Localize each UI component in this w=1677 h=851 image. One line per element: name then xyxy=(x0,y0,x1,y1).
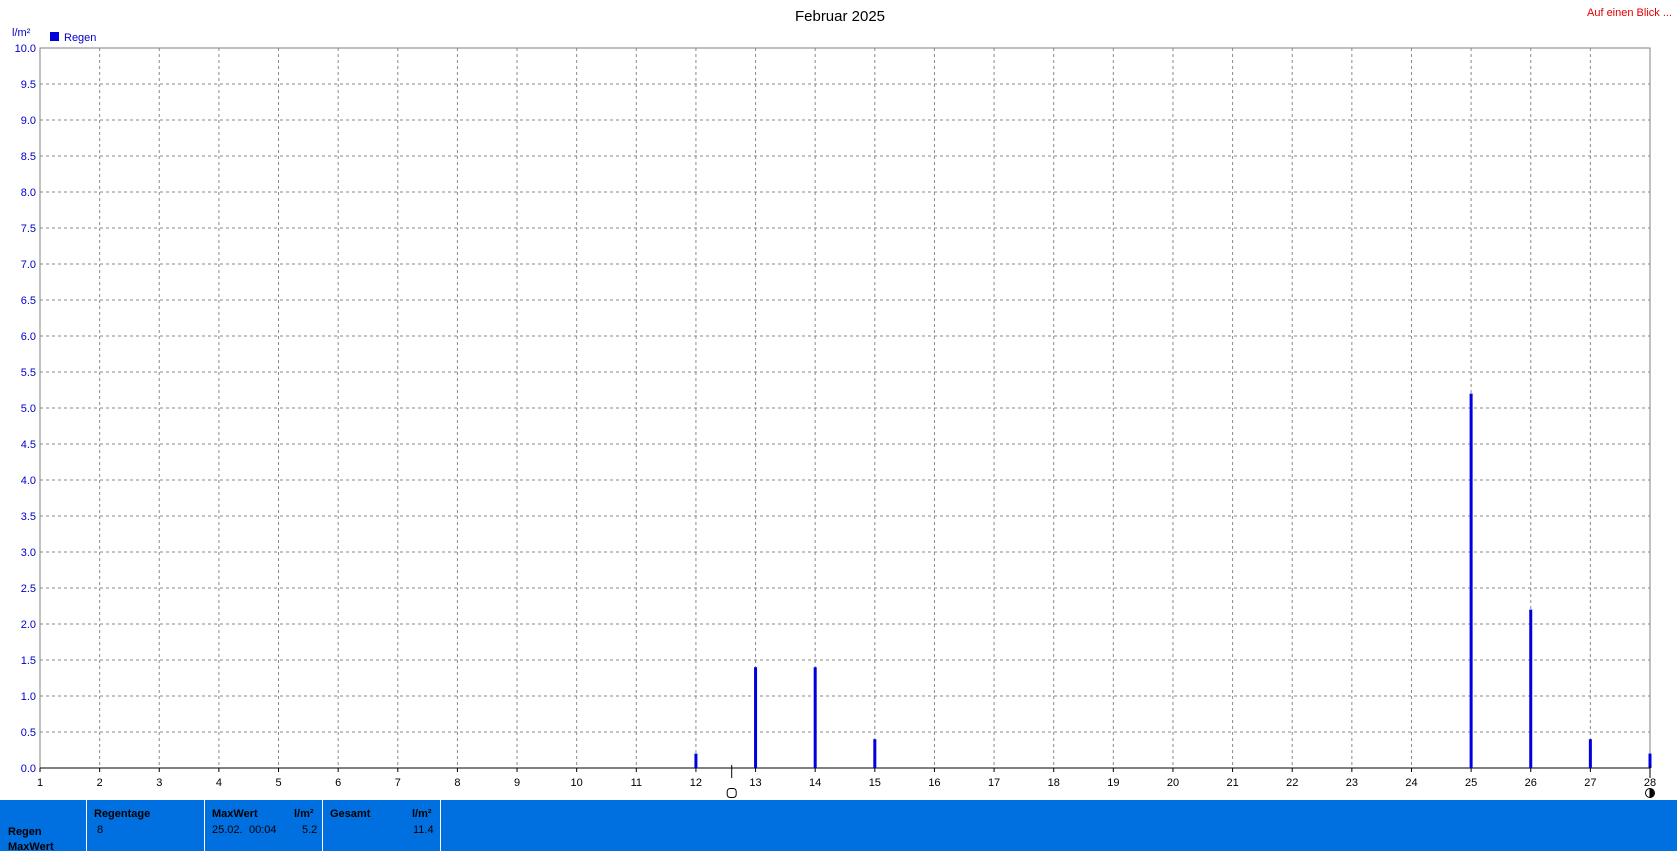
x-tick-label: 22 xyxy=(1286,777,1298,789)
rain-bar xyxy=(754,667,758,768)
rain-bar xyxy=(813,667,817,768)
gesamt-header: Gesamt xyxy=(330,808,371,820)
y-tick-label: 4.5 xyxy=(21,439,36,451)
stats-cell-regentage: Regentage 8 xyxy=(86,800,205,851)
maxwert-header: MaxWert xyxy=(212,808,258,820)
y-tick-label: 5.5 xyxy=(21,367,36,379)
y-tick-label: 7.5 xyxy=(21,223,36,235)
legend-swatch xyxy=(50,32,59,41)
gesamt-unit: l/m² xyxy=(412,808,432,820)
y-tick-label: 1.0 xyxy=(21,691,36,703)
x-tick-label: 2 xyxy=(97,777,103,789)
legend-label: Regen xyxy=(64,32,96,44)
rain-bar xyxy=(1588,739,1592,768)
y-tick-label: 2.5 xyxy=(21,583,36,595)
x-tick-label: 27 xyxy=(1584,777,1596,789)
rain-bar xyxy=(1469,393,1473,768)
x-tick-label: 25 xyxy=(1465,777,1477,789)
x-tick-label: 4 xyxy=(216,777,222,789)
grid xyxy=(39,47,1651,769)
moon-markers xyxy=(726,765,1655,798)
x-tick-label: 17 xyxy=(988,777,1000,789)
x-tick-label: 26 xyxy=(1525,777,1537,789)
y-tick-label: 8.0 xyxy=(21,187,36,199)
x-tick-label: 10 xyxy=(571,777,583,789)
bars xyxy=(694,393,1652,768)
new-moon-icon xyxy=(726,788,737,798)
x-tick-label: 15 xyxy=(869,777,881,789)
x-tick-label: 16 xyxy=(928,777,940,789)
x-axis: 1 2 3 4 5 6 7 8 9 10 11 12 13 14 15 16 17 18 19 20 21 22 23 24 2… xyxy=(37,768,1656,789)
y-tick-label: 3.5 xyxy=(21,511,36,523)
y-tick-label: 4.0 xyxy=(21,475,36,487)
stats-cell-maxwert: MaxWert l/m² 25.02. 00:04 5.2 xyxy=(204,800,323,851)
x-tick-label: 7 xyxy=(395,777,401,789)
regentage-value: 8 xyxy=(97,824,104,836)
y-tick-label: 2.0 xyxy=(21,619,36,631)
rain-bar xyxy=(873,739,877,768)
stats-cell-gesamt: Gesamt l/m² 11.4 xyxy=(322,800,441,851)
x-tick-label: 20 xyxy=(1167,777,1179,789)
y-tick-label: 8.5 xyxy=(21,151,36,163)
x-tick-label: 21 xyxy=(1226,777,1238,789)
x-tick-label: 3 xyxy=(156,777,162,789)
x-tick-label: 13 xyxy=(749,777,761,789)
maxwert-date: 25.02. xyxy=(212,824,243,836)
y-tick-label: 10.0 xyxy=(15,43,36,55)
y-tick-label: 6.5 xyxy=(21,295,36,307)
x-tick-label: 18 xyxy=(1048,777,1060,789)
y-tick-label: 9.0 xyxy=(21,115,36,127)
x-tick-label: 1 xyxy=(37,777,43,789)
y-axis: 0.0 0.5 1.0 1.5 2.0 2.5 3.0 3.5 4.0 4.5 5.0 5.5 6.0 6… xyxy=(15,43,36,775)
x-tick-label: 6 xyxy=(335,777,341,789)
statistics-panel: Regen MaxWert Regentage 8 MaxWert l/m² 2… xyxy=(0,800,1677,851)
row-label-maxwert: MaxWert xyxy=(8,841,54,851)
y-tick-label: 1.5 xyxy=(21,655,36,667)
y-tick-label: 0.5 xyxy=(21,727,36,739)
maxwert-unit: l/m² xyxy=(294,808,314,820)
x-tick-label: 19 xyxy=(1107,777,1119,789)
at-a-glance-link[interactable]: Auf einen Blick ... xyxy=(1587,7,1672,19)
x-tick-label: 11 xyxy=(631,777,642,789)
y-tick-label: 5.0 xyxy=(21,403,36,415)
x-tick-label: 23 xyxy=(1346,777,1358,789)
y-tick-label: 6.0 xyxy=(21,331,36,343)
maxwert-value: 5.2 xyxy=(302,824,318,836)
x-tick-label: 12 xyxy=(690,777,702,789)
rain-bar xyxy=(1529,609,1533,768)
y-tick-label: 7.0 xyxy=(21,259,36,271)
stats-row-labels: Regen MaxWert xyxy=(8,825,86,851)
gesamt-value: 11.4 xyxy=(413,824,434,836)
x-tick-label: 24 xyxy=(1405,777,1417,789)
chart-title: Februar 2025 xyxy=(795,8,885,25)
stats-divider xyxy=(440,800,442,851)
maxwert-time: 00:04 xyxy=(249,824,277,836)
row-label-regen: Regen xyxy=(8,826,42,838)
x-tick-label: 9 xyxy=(514,777,520,789)
x-tick-label: 28 xyxy=(1644,777,1656,789)
y-tick-label: 0.0 xyxy=(21,763,36,775)
y-tick-label: 9.5 xyxy=(21,79,36,91)
x-tick-label: 8 xyxy=(454,777,460,789)
y-tick-label: 3.0 xyxy=(21,547,36,559)
x-tick-label: 14 xyxy=(809,777,821,789)
x-tick-label: 5 xyxy=(275,777,281,789)
rain-chart: Februar 2025 l/m² Regen Auf einen Blick … xyxy=(12,7,1672,798)
rain-bar xyxy=(694,753,698,768)
regentage-header: Regentage xyxy=(94,808,151,820)
y-axis-unit: l/m² xyxy=(12,27,31,39)
